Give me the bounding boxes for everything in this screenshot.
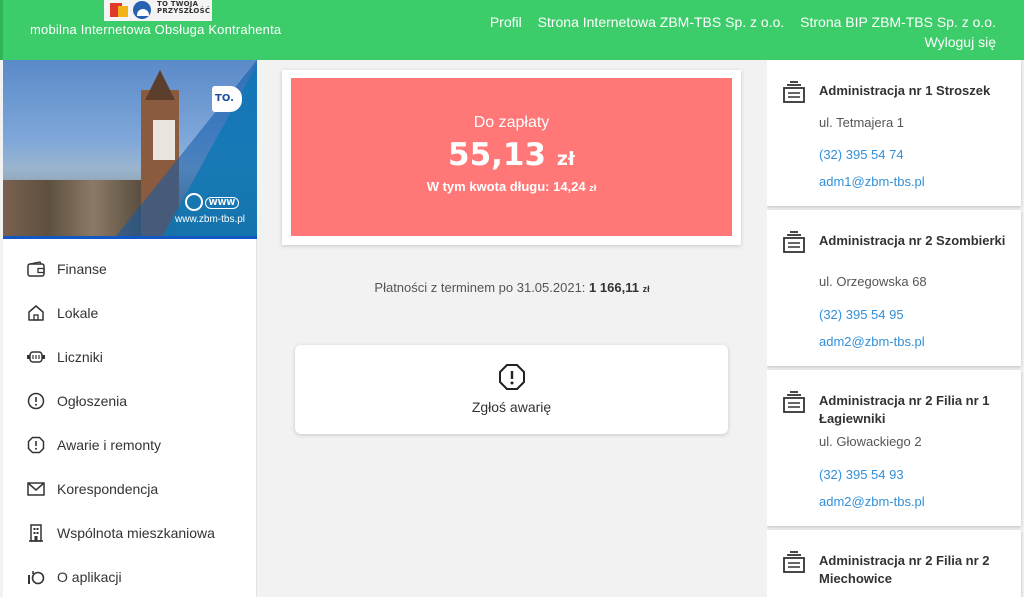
- debt-label: W tym kwota długu: 14,24: [426, 179, 586, 194]
- envelope-icon: [26, 479, 46, 499]
- administration-email-link[interactable]: adm2@zbm-tbs.pl: [819, 494, 925, 509]
- home-icon: [26, 303, 46, 323]
- alert-octagon-icon: [498, 363, 526, 395]
- administration-email-link[interactable]: adm2@zbm-tbs.pl: [819, 334, 925, 349]
- archive-icon: [782, 230, 806, 258]
- archive-icon: [782, 550, 806, 578]
- city-banner: TO. WWW www.zbm-tbs.pl: [3, 60, 257, 239]
- administration-card: Administracja nr 2 Szombierki ul. Orzego…: [767, 210, 1021, 366]
- payment-currency: zł: [556, 148, 575, 170]
- sidebar-item-liczniki[interactable]: Liczniki: [3, 335, 256, 379]
- sidebar-item-label: Lokale: [57, 305, 99, 321]
- debt-row: W tym kwota długu: 14,24 zł: [291, 179, 732, 194]
- administration-name: Administracja nr 2 Filia nr 2 Miechowice: [819, 553, 990, 586]
- sidebar-item-label: O aplikacji: [57, 569, 122, 585]
- sidebar-item-finanse[interactable]: Finanse: [3, 247, 256, 291]
- administration-address: ul. Głowackiego 2: [819, 434, 922, 449]
- payment-amount: 55,13: [448, 137, 547, 173]
- sidebar-item-korespondencja[interactable]: Korespondencja: [3, 467, 256, 511]
- report-failure-button[interactable]: Zgłoś awarię: [295, 345, 728, 434]
- archive-icon: [782, 80, 806, 108]
- sidebar-item-label: Finanse: [57, 261, 107, 277]
- banner-url: www.zbm-tbs.pl: [175, 214, 246, 225]
- administration-address: ul. Orzegowska 68: [819, 274, 927, 289]
- sidebar-item-ogloszenia[interactable]: Ogłoszenia: [3, 379, 256, 423]
- logo-text-line2: PRZYSZŁOŚĆ: [157, 7, 211, 15]
- info-icon: [26, 567, 46, 587]
- payment-amount-row: 55,13 zł: [291, 137, 732, 173]
- debt-currency: zł: [589, 183, 597, 193]
- building-icon: [26, 523, 46, 543]
- administration-phone-link[interactable]: (32) 395 54 74: [819, 147, 904, 162]
- meter-icon: [26, 347, 46, 367]
- administration-name: Administracja nr 1 Stroszek: [819, 83, 991, 98]
- sidebar-item-label: Awarie i remonty: [57, 437, 162, 453]
- administration-card: Administracja nr 1 Stroszek ul. Tetmajer…: [767, 60, 1021, 206]
- sidebar-item-label: Liczniki: [57, 349, 103, 365]
- administration-name: Administracja nr 2 Filia nr 1 Łagiewniki: [819, 393, 990, 426]
- administration-name: Administracja nr 2 Szombierki: [819, 233, 1006, 248]
- to-badge: TO.: [212, 86, 242, 112]
- administration-address: ul. Tetmajera 1: [819, 115, 905, 130]
- top-navigation: Profil Strona Internetowa ZBM-TBS Sp. z …: [478, 12, 996, 52]
- future-payments-currency: zł: [642, 284, 650, 294]
- report-failure-label: Zgłoś awarię: [471, 399, 552, 415]
- sidebar-item-label: Wspólnota mieszkaniowa: [57, 525, 215, 541]
- future-payments-amount: 1 166,11: [589, 280, 639, 295]
- administration-card: Administracja nr 2 Filia nr 2 Miechowice: [767, 530, 1021, 597]
- sidebar-item-label: Korespondencja: [57, 481, 159, 497]
- bip-link[interactable]: Strona BIP ZBM-TBS Sp. z o.o.: [800, 14, 996, 30]
- logout-link[interactable]: Wyloguj się: [925, 34, 996, 50]
- sidebar-menu: Finanse Lokale Liczniki Ogłoszenia Awari…: [3, 239, 256, 597]
- administration-phone-link[interactable]: (32) 395 54 93: [819, 467, 904, 482]
- administration-card: Administracja nr 2 Filia nr 1 Łagiewniki…: [767, 370, 1021, 526]
- sidebar-item-lokale[interactable]: Lokale: [3, 291, 256, 335]
- administration-email-link[interactable]: adm1@zbm-tbs.pl: [819, 174, 925, 189]
- app-subtitle: mobilna Internetowa Obsługa Kontrahenta: [30, 22, 282, 37]
- sidebar: TO. WWW www.zbm-tbs.pl Finanse Lokale Li…: [3, 60, 257, 597]
- app-header: TO TWOJA PRZYSZŁOŚĆ mobilna Internetowa …: [0, 0, 1024, 60]
- archive-icon: [782, 390, 806, 418]
- sidebar-item-wspolnota[interactable]: Wspólnota mieszkaniowa: [3, 511, 256, 555]
- future-payments-label: Płatności z terminem po 31.05.2021:: [374, 280, 586, 295]
- alert-octagon-icon: [26, 435, 46, 455]
- sidebar-item-o-aplikacji[interactable]: O aplikacji: [3, 555, 256, 597]
- www-label: WWW: [205, 197, 239, 209]
- logo[interactable]: TO TWOJA PRZYSZŁOŚĆ: [104, 0, 212, 21]
- globe-icon: [185, 193, 203, 211]
- payment-summary-card: Do zapłaty 55,13 zł W tym kwota długu: 1…: [282, 70, 741, 245]
- administration-phone-link[interactable]: (32) 395 54 95: [819, 307, 904, 322]
- profile-link[interactable]: Profil: [490, 14, 522, 30]
- wallet-icon: [26, 259, 46, 279]
- sidebar-item-awarie[interactable]: Awarie i remonty: [3, 423, 256, 467]
- future-payments: Płatności z terminem po 31.05.2021: 1 16…: [258, 280, 766, 295]
- announcement-icon: [26, 391, 46, 411]
- sidebar-item-label: Ogłoszenia: [57, 393, 128, 409]
- website-link[interactable]: Strona Internetowa ZBM-TBS Sp. z o.o.: [538, 14, 785, 30]
- payment-title: Do zapłaty: [473, 114, 550, 131]
- main-content: Do zapłaty 55,13 zł W tym kwota długu: 1…: [258, 60, 766, 597]
- payment-due-box[interactable]: Do zapłaty 55,13 zł W tym kwota długu: 1…: [291, 78, 732, 236]
- administrations-panel: Administracja nr 1 Stroszek ul. Tetmajer…: [767, 60, 1024, 597]
